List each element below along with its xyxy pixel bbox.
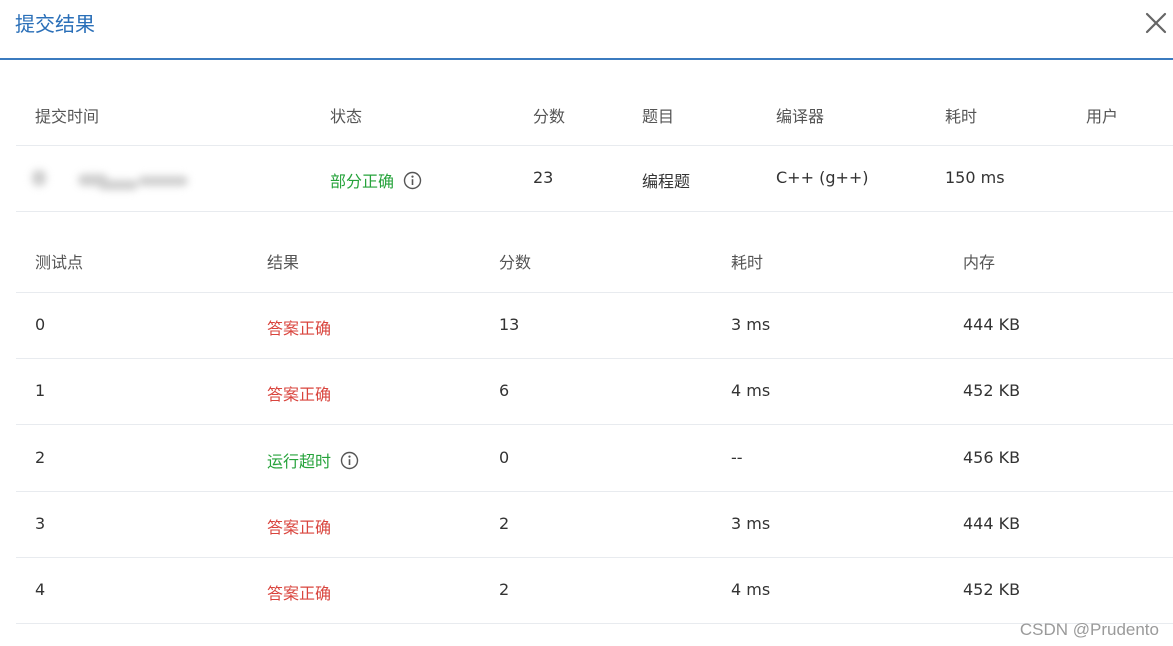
watermark: CSDN @Prudento xyxy=(1019,620,1159,639)
table-row: 0 答案正确 13 3 ms 444 KB xyxy=(16,315,1173,339)
header-submit-time: 提交时间 xyxy=(35,107,100,126)
header-status: 状态 xyxy=(330,107,363,126)
case-memory: 444 KB xyxy=(963,315,1021,334)
submission-time-used: 150 ms xyxy=(945,168,1005,187)
divider xyxy=(16,145,1173,146)
case-memory: 456 KB xyxy=(963,448,1021,467)
testcase-header-row: 测试点 结果 分数 耗时 内存 xyxy=(16,249,1173,273)
case-id: 3 xyxy=(35,514,46,533)
case-time: 4 ms xyxy=(731,580,771,599)
case-id: 2 xyxy=(35,448,46,467)
case-score: 6 xyxy=(499,381,510,400)
case-time: -- xyxy=(731,448,743,467)
submission-header-row: 提交时间 状态 分数 题目 编译器 耗时 用户 xyxy=(16,103,1173,127)
case-score: 0 xyxy=(499,448,510,467)
case-id: 0 xyxy=(35,315,46,334)
close-button[interactable] xyxy=(1141,8,1171,38)
case-time: 3 ms xyxy=(731,514,771,533)
header-case-time: 耗时 xyxy=(731,253,764,272)
case-score: 2 xyxy=(499,514,510,533)
table-row: 4 答案正确 2 4 ms 452 KB xyxy=(16,580,1173,604)
header-time-used: 耗时 xyxy=(945,107,978,126)
header-case-score: 分数 xyxy=(499,253,532,272)
submission-score: 23 xyxy=(533,168,554,187)
case-result[interactable]: 运行超时 xyxy=(267,448,359,472)
dialog-title: 提交结果 xyxy=(15,12,95,36)
divider xyxy=(16,211,1173,212)
case-result: 答案正确 xyxy=(267,518,332,537)
header-compiler: 编译器 xyxy=(776,107,825,126)
info-icon[interactable] xyxy=(340,451,359,470)
submission-compiler: C++ (g++) xyxy=(776,168,869,187)
header-problem: 题目 xyxy=(642,107,675,126)
submission-status-label[interactable]: 部分正确 xyxy=(330,172,394,191)
case-time: 4 ms xyxy=(731,381,771,400)
case-memory: 452 KB xyxy=(963,580,1021,599)
close-icon[interactable] xyxy=(1141,8,1171,38)
case-time: 3 ms xyxy=(731,315,771,334)
table-row: 2 运行超时 0 -- 456 KB xyxy=(16,448,1173,472)
info-icon[interactable] xyxy=(403,171,422,190)
case-result: 答案正确 xyxy=(267,584,332,603)
table-row: 1 答案正确 6 4 ms 452 KB xyxy=(16,381,1173,405)
case-score: 2 xyxy=(499,580,510,599)
case-result-label[interactable]: 运行超时 xyxy=(267,452,331,471)
header-result: 结果 xyxy=(267,253,300,272)
divider xyxy=(16,424,1173,425)
case-memory: 452 KB xyxy=(963,381,1021,400)
case-result: 答案正确 xyxy=(267,385,332,404)
divider xyxy=(16,557,1173,558)
submission-row: 部分正确 23 编程题 C++ (g++) 150 ms xyxy=(16,168,1173,192)
divider xyxy=(16,358,1173,359)
dialog-header: 提交结果 xyxy=(0,0,1173,60)
case-result: 答案正确 xyxy=(267,319,332,338)
case-id: 1 xyxy=(35,381,46,400)
header-case: 测试点 xyxy=(35,253,84,272)
table-row: 3 答案正确 2 3 ms 444 KB xyxy=(16,514,1173,538)
case-memory: 444 KB xyxy=(963,514,1021,533)
header-score: 分数 xyxy=(533,107,566,126)
case-id: 4 xyxy=(35,580,46,599)
submission-status[interactable]: 部分正确 xyxy=(330,168,422,192)
submission-problem[interactable]: 编程题 xyxy=(642,168,690,192)
case-score: 13 xyxy=(499,315,520,334)
divider xyxy=(16,623,1173,624)
divider xyxy=(16,491,1173,492)
header-user: 用户 xyxy=(1086,107,1119,126)
divider xyxy=(16,292,1173,293)
header-memory: 内存 xyxy=(963,253,996,272)
